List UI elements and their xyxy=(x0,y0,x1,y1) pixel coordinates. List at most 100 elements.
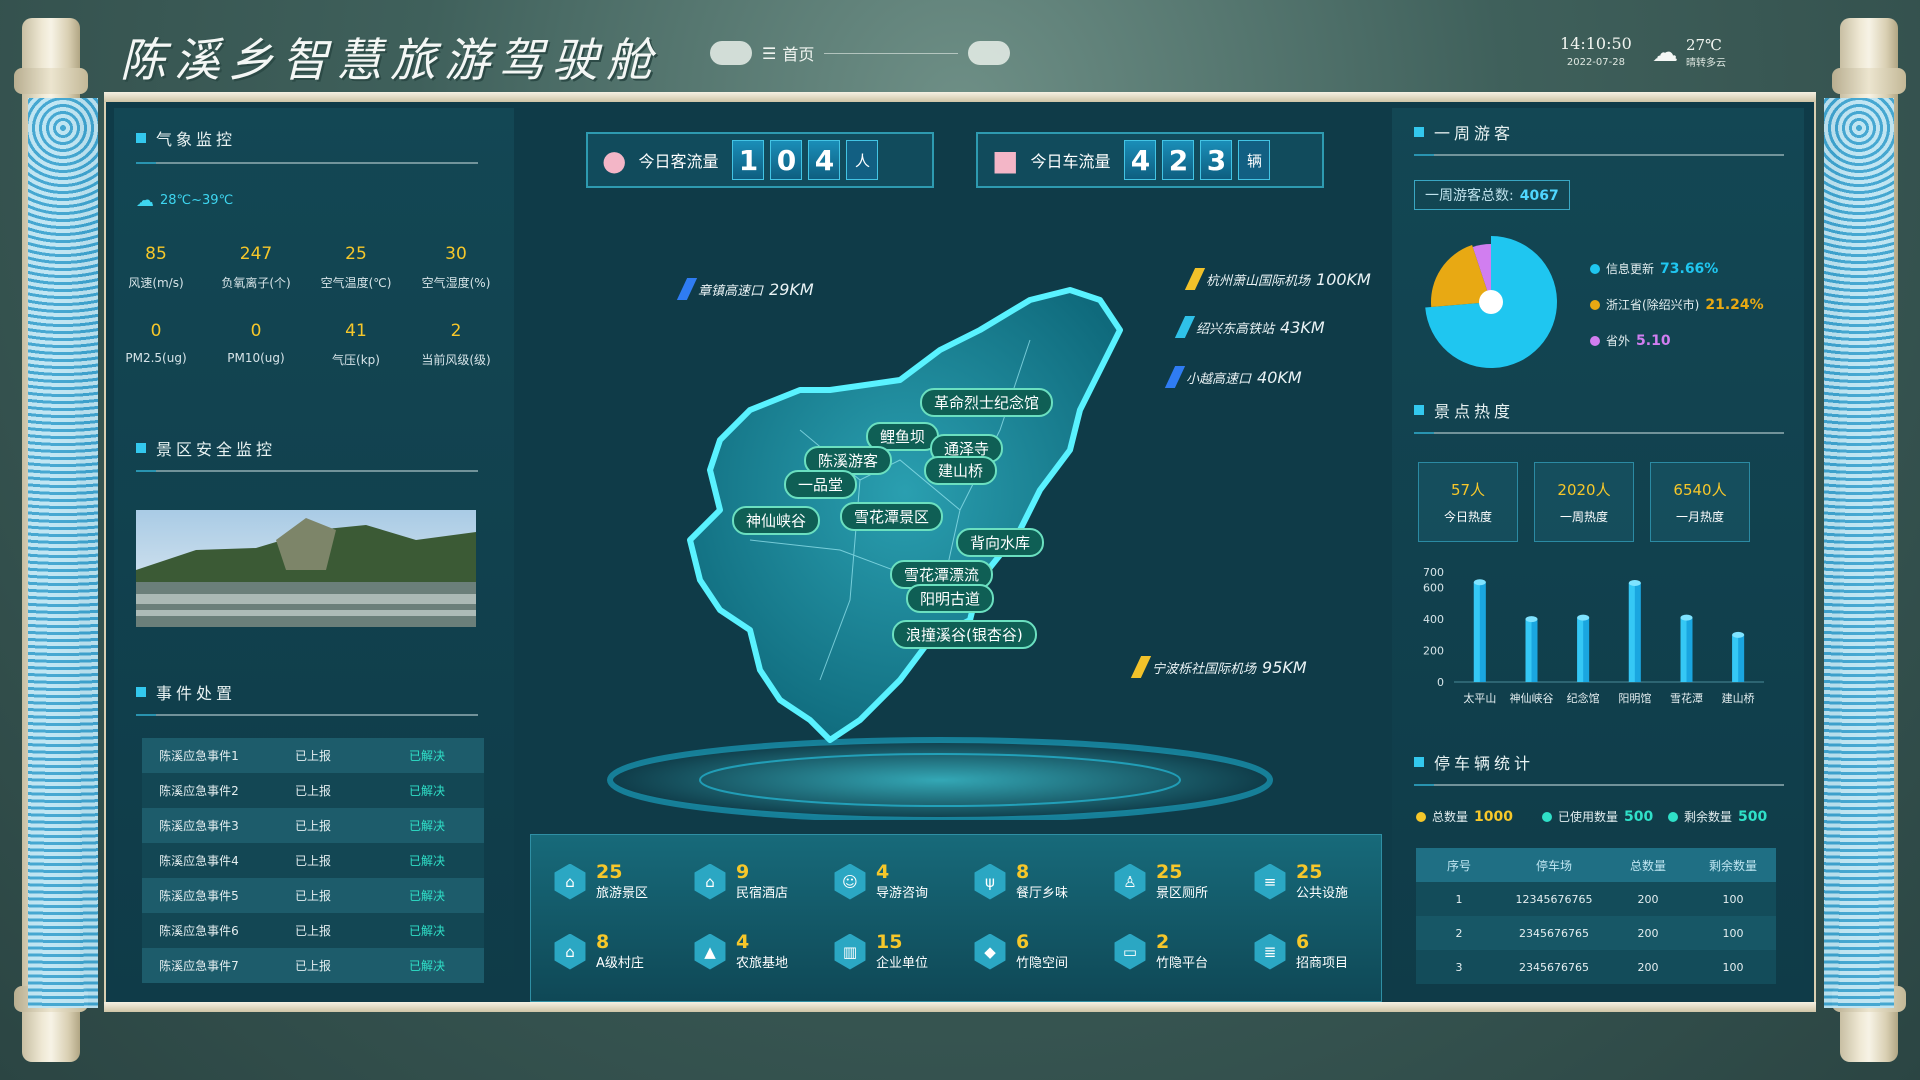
facility-count: 4 xyxy=(736,931,750,953)
metric-value: 41 xyxy=(345,321,367,341)
facility-text: 6 招商项目 xyxy=(1296,932,1348,971)
bar-highlight xyxy=(1473,582,1480,682)
facility-item[interactable]: ♙ 25 景区厕所 xyxy=(1112,862,1208,901)
table-row[interactable]: 陈溪应急事件6 已上报 已解决 xyxy=(142,913,484,948)
visitor-digits: 104 xyxy=(726,140,841,180)
table-row[interactable]: 陈溪应急事件3 已上报 已解决 xyxy=(142,808,484,843)
facility-item[interactable]: ⌂ 25 旅游景区 xyxy=(552,862,648,901)
table-row[interactable]: 3 2345676765 200 100 xyxy=(1416,950,1776,984)
facility-item[interactable]: ▭ 2 竹隐平台 xyxy=(1112,932,1208,971)
page-title: 陈溪乡智慧旅游驾驶舱 xyxy=(120,33,660,87)
event-report: 已上报 xyxy=(294,749,331,763)
section-underline xyxy=(1414,432,1784,434)
clock-date: 2022-07-28 xyxy=(1566,57,1625,68)
distance-name: 宁波栎社国际机场 xyxy=(1152,661,1257,677)
cloud-sun-icon: ☁ xyxy=(1652,37,1678,68)
facility-item[interactable]: ▲ 4 农旅基地 xyxy=(692,932,788,971)
facility-item[interactable]: ⌂ 8 A级村庄 xyxy=(552,932,644,971)
weekly-pie-chart[interactable] xyxy=(1424,230,1558,374)
map-label[interactable]: 雪花潭景区 xyxy=(840,502,944,531)
heat-bar-chart[interactable]: 0 200 400 600 700 太平山 神仙峡谷 纪念馆 阳明馆 雪花潭 建山桥 xyxy=(1414,560,1774,716)
heat-card: 2020人 一周热度 xyxy=(1534,462,1634,542)
event-name: 陈溪应急事件4 xyxy=(159,854,239,868)
table-row[interactable]: 1 12345676765 200 100 xyxy=(1416,882,1776,916)
facility-item[interactable]: ◆ 6 竹隐空间 xyxy=(972,932,1068,971)
x-tick-label: 神仙峡谷 xyxy=(1510,691,1554,705)
building-icon: ▥ xyxy=(834,933,866,970)
list-icon: ≣ xyxy=(1254,933,1286,970)
distance-label: 章镇高速口 29KM xyxy=(676,278,814,300)
metric-value: 85 xyxy=(145,244,167,264)
bar-cap xyxy=(1525,616,1538,623)
weather-desc: 晴转多云 xyxy=(1686,58,1726,69)
climate-metric: 0 PM10(ug) xyxy=(206,321,306,365)
map-label[interactable]: 浪撞溪谷(银杏谷) xyxy=(892,620,1037,649)
metric-value: 247 xyxy=(239,244,273,264)
map-label[interactable]: 一品堂 xyxy=(784,470,858,499)
toilet-icon: ♙ xyxy=(1114,863,1146,900)
section-underline xyxy=(1414,784,1784,786)
table-cell: 12345676765 xyxy=(1515,892,1593,906)
facility-item[interactable]: ≣ 6 招商项目 xyxy=(1252,932,1348,971)
facility-item[interactable]: ☺ 4 导游咨询 xyxy=(832,862,928,901)
scroll-bottom-edge xyxy=(104,1002,1816,1012)
facility-count: 25 xyxy=(596,861,623,883)
bar-highlight xyxy=(1628,583,1635,682)
table-row[interactable]: 陈溪应急事件1 已上报 已解决 xyxy=(142,738,484,773)
safety-camera-image[interactable] xyxy=(136,510,476,627)
event-status: 已解决 xyxy=(408,749,445,763)
facility-label: 竹隐平台 xyxy=(1156,956,1209,971)
section-marker xyxy=(1414,757,1424,767)
facility-label: 农旅基地 xyxy=(736,956,789,971)
section-underline xyxy=(136,470,478,472)
metric-label: PM2.5(ug) xyxy=(125,351,187,365)
climate-metric: 85 风速(m/s) xyxy=(106,244,206,291)
map-label[interactable]: 革命烈士纪念馆 xyxy=(920,388,1054,417)
map-label[interactable]: 背向水库 xyxy=(956,528,1045,557)
table-cell: 100 xyxy=(1722,926,1744,940)
facility-item[interactable]: ▥ 15 企业单位 xyxy=(832,932,928,971)
region-map[interactable] xyxy=(600,280,1280,820)
distance-name: 绍兴东高铁站 xyxy=(1196,321,1275,337)
bar-cap xyxy=(1732,631,1745,638)
table-cell: 100 xyxy=(1722,892,1744,906)
section-marker xyxy=(1414,127,1424,137)
table-row[interactable]: 陈溪应急事件7 已上报 已解决 xyxy=(142,948,484,983)
facility-item[interactable]: ψ 8 餐厅乡味 xyxy=(972,862,1068,901)
heat-label: 一月热度 xyxy=(1675,510,1724,524)
digit: 4 xyxy=(808,140,841,180)
event-table: 陈溪应急事件1 已上报 已解决 陈溪应急事件2 已上报 已解决 陈溪应急事件3 已上报 已解决陈… xyxy=(142,738,484,983)
nav-home-label[interactable]: ☰ 首页 xyxy=(762,41,814,65)
y-tick-label: 600 xyxy=(1423,582,1444,595)
map-label[interactable]: 建山桥 xyxy=(924,456,998,485)
digit: 2 xyxy=(1162,140,1195,180)
pie-center xyxy=(1479,290,1503,314)
table-cell: 2345676765 xyxy=(1519,926,1589,940)
climate-metric: 0 PM2.5(ug) xyxy=(106,321,206,365)
legend-dot xyxy=(1590,299,1600,310)
table-row[interactable]: 陈溪应急事件2 已上报 已解决 xyxy=(142,773,484,808)
facility-label: 民宿酒店 xyxy=(736,886,789,901)
table-row[interactable]: 陈溪应急事件5 已上报 已解决 xyxy=(142,878,484,913)
table-row[interactable]: 陈溪应急事件4 已上报 已解决 xyxy=(142,843,484,878)
village-icon: ⌂ xyxy=(554,933,586,970)
nav-home[interactable]: ☰ 首页 xyxy=(710,36,1010,70)
facility-item[interactable]: ⌂ 9 民宿酒店 xyxy=(692,862,788,901)
vehicle-flow-card: ■ 今日车流量 423 辆 xyxy=(976,132,1324,188)
legend-dot xyxy=(1542,811,1552,822)
legend-dot xyxy=(1668,811,1678,822)
section-underline xyxy=(136,714,478,716)
bar-cap xyxy=(1577,614,1590,621)
facility-item[interactable]: ≡ 25 公共设施 xyxy=(1252,862,1348,901)
facility-text: 8 A级村庄 xyxy=(596,932,644,971)
legend-label: 已使用数量 xyxy=(1558,810,1619,824)
map-label[interactable]: 阳明古道 xyxy=(906,584,995,613)
section-title-parking: 停车辆统计 xyxy=(1414,750,1534,774)
map-label[interactable]: 神仙峡谷 xyxy=(732,506,821,535)
event-report: 已上报 xyxy=(294,889,331,903)
digit: 1 xyxy=(732,140,765,180)
facility-icon: ≡ xyxy=(1254,863,1286,900)
vehicle-flow-label: 今日车流量 xyxy=(1030,152,1111,171)
legend-value: 500 xyxy=(1738,808,1768,825)
table-row[interactable]: 2 2345676765 200 100 xyxy=(1416,916,1776,950)
